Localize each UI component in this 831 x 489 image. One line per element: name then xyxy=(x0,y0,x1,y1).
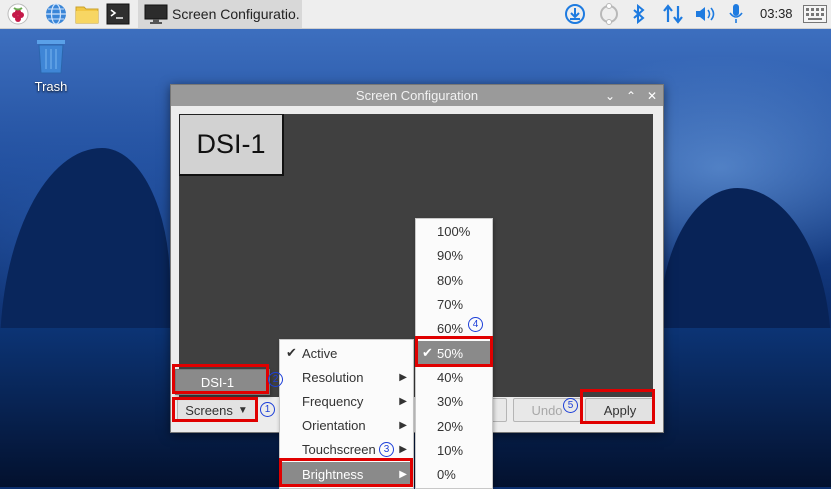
display-options-menu: ✔ Active Resolution ▶ Frequency ▶ Orient… xyxy=(279,339,414,489)
brightness-90[interactable]: 90% xyxy=(416,243,492,267)
taskbar: Screen Configuratio. 03:38 xyxy=(0,0,831,29)
annotation-number-4: 4 xyxy=(468,317,483,332)
brightness-label: 20% xyxy=(437,418,464,434)
brightness-label: 50% xyxy=(437,345,464,361)
annotation-number-3: 3 xyxy=(379,442,394,457)
check-icon: ✔ xyxy=(286,345,297,360)
screens-menu-item-label: DSI-1 xyxy=(200,374,235,390)
brightness-100[interactable]: 100% xyxy=(416,219,492,243)
brightness-label: 100% xyxy=(437,223,471,239)
annotation-number-1: 1 xyxy=(260,402,275,417)
brightness-label: 40% xyxy=(437,369,464,385)
bluetooth-icon[interactable] xyxy=(631,4,647,24)
brightness-label: 90% xyxy=(437,247,464,263)
menu-item-label: Frequency xyxy=(302,393,364,409)
clock[interactable]: 03:38 xyxy=(760,6,793,21)
microphone-icon[interactable] xyxy=(727,4,745,24)
trash-label: Trash xyxy=(34,79,68,94)
annotation-number-2: 2 xyxy=(268,372,283,387)
menu-item-label: Touchscreen xyxy=(302,441,376,457)
raspberry-menu-icon[interactable] xyxy=(6,2,30,26)
minimize-icon[interactable]: ⌄ xyxy=(601,87,619,104)
terminal-icon[interactable] xyxy=(106,2,130,26)
screens-menu-item-dsi-1[interactable]: DSI-1 xyxy=(176,370,269,394)
screens-menu-button[interactable]: Screens ▼ xyxy=(177,398,256,422)
submenu-arrow-icon: ▶ xyxy=(399,395,407,407)
apply-button-label: Apply xyxy=(603,402,637,418)
volume-icon[interactable] xyxy=(693,4,717,24)
keyboard-icon[interactable] xyxy=(803,4,827,24)
screens-button-label: Screens xyxy=(185,402,233,418)
browser-globe-icon[interactable] xyxy=(44,2,68,26)
check-icon: ✔ xyxy=(422,345,433,360)
apply-button[interactable]: Apply xyxy=(585,398,655,422)
sync-icon[interactable] xyxy=(597,3,621,25)
brightness-label: 70% xyxy=(437,296,464,312)
submenu-arrow-icon: ▶ xyxy=(399,371,407,383)
brightness-label: 0% xyxy=(437,466,456,482)
submenu-arrow-icon: ▶ xyxy=(399,468,407,480)
menu-item-label: Resolution xyxy=(302,369,364,385)
annotation-number-5: 5 xyxy=(563,398,578,413)
brightness-10[interactable]: 10% xyxy=(416,438,492,462)
brightness-80[interactable]: 80% xyxy=(416,268,492,292)
submenu-arrow-icon: ▶ xyxy=(399,419,407,431)
brightness-0[interactable]: 0% xyxy=(416,462,492,486)
brightness-50[interactable]: ✔ 50% xyxy=(416,341,492,365)
taskbar-window-label: Screen Configuratio. xyxy=(172,6,300,22)
brightness-menu: 100% 90% 80% 70% 60% ✔ 50% 40% 30% 20% 1… xyxy=(415,218,493,489)
menu-item-active[interactable]: ✔ Active xyxy=(280,341,413,365)
network-updown-icon[interactable] xyxy=(661,4,685,24)
monitor-dsi-1[interactable]: DSI-1 xyxy=(179,114,284,176)
menu-item-label: Active xyxy=(302,345,338,361)
dropdown-arrow-icon: ▼ xyxy=(237,404,248,416)
menu-item-brightness[interactable]: Brightness ▶ xyxy=(280,462,413,486)
close-icon[interactable]: ✕ xyxy=(643,87,661,104)
menu-item-orientation[interactable]: Orientation ▶ xyxy=(280,413,413,437)
update-download-icon[interactable] xyxy=(564,4,586,24)
file-manager-folder-icon[interactable] xyxy=(75,2,99,26)
monitor-label: DSI-1 xyxy=(196,129,266,159)
submenu-arrow-icon: ▶ xyxy=(399,443,407,455)
monitor-icon xyxy=(144,4,168,27)
brightness-label: 80% xyxy=(437,272,464,288)
brightness-70[interactable]: 70% xyxy=(416,292,492,316)
brightness-30[interactable]: 30% xyxy=(416,389,492,413)
menu-item-resolution[interactable]: Resolution ▶ xyxy=(280,365,413,389)
maximize-icon[interactable]: ⌃ xyxy=(622,87,640,104)
taskbar-window-button[interactable]: Screen Configuratio. xyxy=(138,0,302,28)
menu-item-frequency[interactable]: Frequency ▶ xyxy=(280,389,413,413)
undo-button-label: Undo xyxy=(531,402,563,418)
brightness-label: 60% xyxy=(437,320,464,336)
menu-item-label: Brightness xyxy=(302,466,364,482)
menu-item-label: Orientation xyxy=(302,417,366,433)
window-titlebar[interactable]: Screen Configuration ⌄ ⌃ ✕ xyxy=(171,85,663,106)
brightness-40[interactable]: 40% xyxy=(416,365,492,389)
trash-icon xyxy=(32,40,70,77)
brightness-20[interactable]: 20% xyxy=(416,414,492,438)
brightness-label: 30% xyxy=(437,393,464,409)
brightness-label: 10% xyxy=(437,442,464,458)
trash-desktop-item[interactable]: Trash xyxy=(28,38,74,94)
screens-menu: DSI-1 xyxy=(175,369,270,395)
window-title: Screen Configuration xyxy=(355,88,479,103)
